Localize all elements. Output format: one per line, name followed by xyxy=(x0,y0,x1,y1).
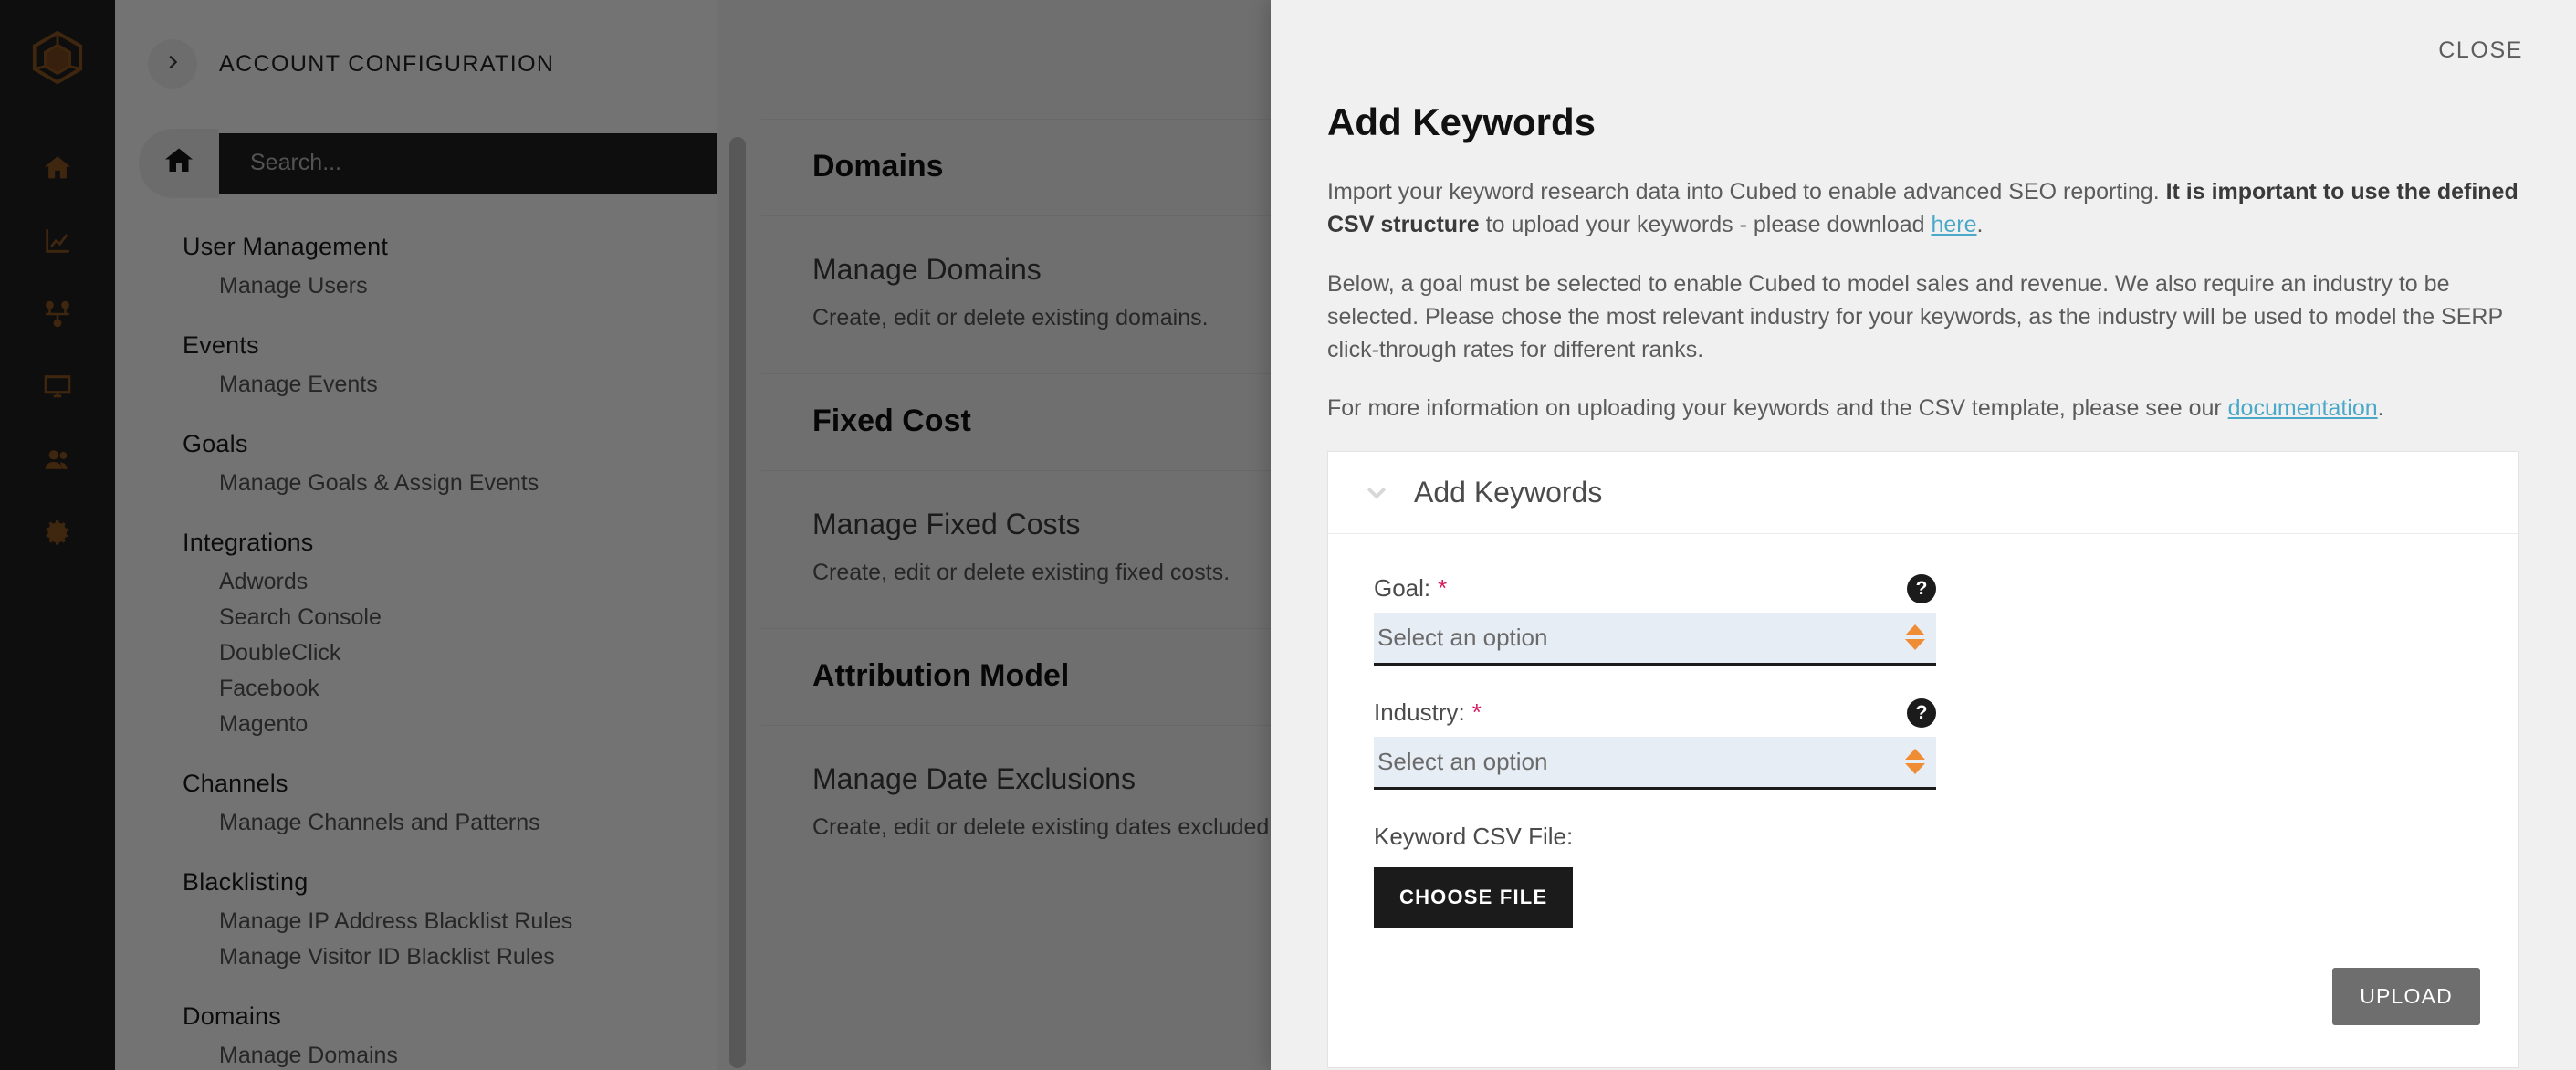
form-card-header-label: Add Keywords xyxy=(1414,475,1603,509)
field-keyword-csv: Keyword CSV File: CHOOSE FILE xyxy=(1374,823,2480,928)
form-card-body: Goal: * ? Select an option Industry: * ?… xyxy=(1328,534,2518,1067)
goal-help-icon[interactable]: ? xyxy=(1907,573,1936,603)
modal-paragraph-2: Below, a goal must be selected to enable… xyxy=(1327,270,2503,363)
add-keywords-modal: CLOSE Add Keywords Import your keyword r… xyxy=(1271,0,2576,1070)
close-button[interactable]: CLOSE xyxy=(2438,37,2523,64)
field-goal: Goal: * ? Select an option xyxy=(1374,573,2480,666)
chevron-down-icon xyxy=(1363,478,1390,506)
field-industry: Industry: * ? Select an option xyxy=(1374,698,2480,790)
sort-arrows-icon xyxy=(1905,749,1925,774)
documentation-link[interactable]: documentation xyxy=(2228,395,2378,421)
modal-scrim[interactable] xyxy=(0,0,1271,1070)
modal-body: Add Keywords Import your keyword researc… xyxy=(1271,100,2576,1068)
goal-required-marker: * xyxy=(1438,574,1448,602)
sort-arrows-icon xyxy=(1905,624,1925,650)
goal-label: Goal: xyxy=(1374,574,1431,602)
industry-required-marker: * xyxy=(1471,698,1482,726)
industry-label-row: Industry: * ? xyxy=(1374,698,1936,728)
para1-text-a: Import your keyword research data into C… xyxy=(1327,179,2166,205)
keyword-csv-label: Keyword CSV File: xyxy=(1374,822,1574,850)
upload-row: UPLOAD xyxy=(1374,967,2480,1025)
modal-paragraph-3: For more information on uploading your k… xyxy=(1327,392,2519,425)
industry-select-value: Select an option xyxy=(1377,747,1548,775)
industry-help-icon[interactable]: ? xyxy=(1907,698,1936,728)
goal-select[interactable]: Select an option xyxy=(1374,612,1936,666)
modal-title: Add Keywords xyxy=(1327,100,1597,143)
para3-text-b: . xyxy=(2377,395,2384,422)
upload-button[interactable]: UPLOAD xyxy=(2332,967,2480,1025)
modal-topbar: CLOSE xyxy=(1271,0,2576,100)
para1-text-c: . xyxy=(1976,212,1984,238)
industry-label: Industry: xyxy=(1374,698,1465,726)
form-card-header-toggle[interactable]: Add Keywords xyxy=(1328,452,2518,534)
para3-text-a: For more information on uploading your k… xyxy=(1327,395,2228,422)
goal-select-value: Select an option xyxy=(1377,623,1548,651)
download-template-link[interactable]: here xyxy=(1931,212,1976,237)
para1-text-b: to upload your keywords - please downloa… xyxy=(1479,212,1932,238)
add-keywords-form-card: Add Keywords Goal: * ? Select an option xyxy=(1327,450,2519,1068)
app-root: ACCOUNT CONFIGURATION Search... User Man… xyxy=(0,0,2576,1070)
choose-file-button[interactable]: CHOOSE FILE xyxy=(1374,866,1574,928)
goal-label-row: Goal: * ? xyxy=(1374,573,1936,603)
industry-select[interactable]: Select an option xyxy=(1374,736,1936,790)
modal-paragraph-1: Import your keyword research data into C… xyxy=(1327,175,2519,242)
